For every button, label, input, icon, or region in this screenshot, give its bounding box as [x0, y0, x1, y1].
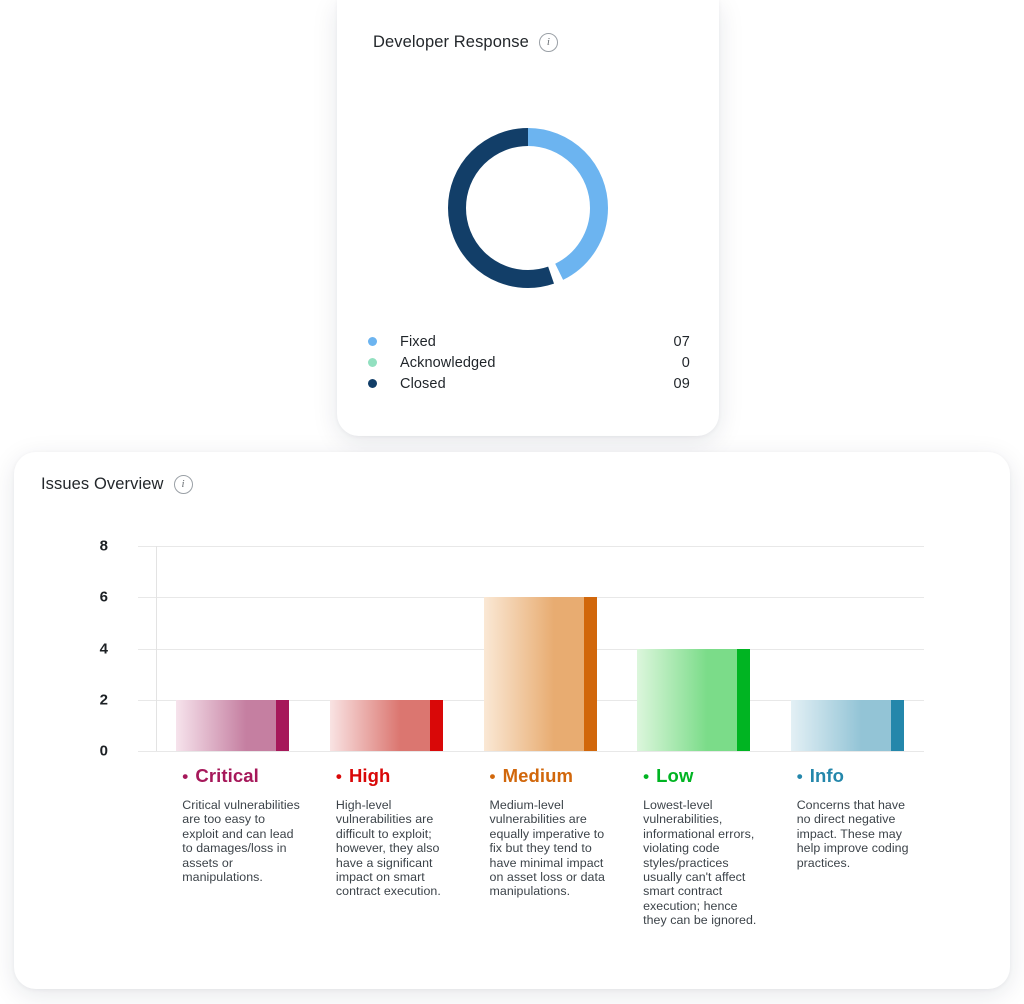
severity-label: Critical: [195, 765, 259, 786]
severity-title-medium: • Medium: [490, 765, 610, 787]
bar-fill: [329, 699, 443, 751]
severity-column-medium: • Medium Medium-level vulnerabilities are …: [490, 765, 610, 899]
legend-color-swatch-closed: [368, 379, 377, 388]
developer-response-donut-chart: [448, 119, 608, 297]
bar-accent-edge: [276, 699, 290, 751]
bar-info[interactable]: [790, 699, 904, 751]
y-axis-tick-0: 0: [99, 742, 108, 760]
severity-column-info: • Info Concerns that have no direct negati…: [797, 765, 917, 870]
legend-label-closed: Closed: [400, 375, 446, 392]
severity-label: Low: [656, 765, 694, 786]
severity-label: Medium: [502, 765, 574, 786]
bullet-icon: •: [796, 767, 803, 786]
legend-color-swatch-fixed: [368, 337, 377, 346]
severity-label: Info: [809, 765, 845, 786]
gridline-4: [138, 648, 924, 650]
bar-critical[interactable]: [176, 699, 290, 751]
severity-description-high: High-level vulnerabilities are difficult…: [335, 798, 441, 899]
bullet-icon: •: [489, 767, 496, 786]
developer-response-legend: Fixed 07 Acknowledged 0 Closed 09: [368, 331, 690, 394]
developer-response-header: Developer Response i: [337, 0, 719, 52]
page-title: Developer Response: [373, 33, 529, 51]
legend-value-closed: 09: [673, 375, 690, 392]
bar-low[interactable]: [637, 648, 751, 751]
gridline-2: [138, 699, 924, 701]
bar-fill: [483, 597, 597, 751]
donut-svg: [448, 128, 608, 288]
info-icon[interactable]: i: [538, 33, 558, 52]
issues-overview-header: Issues Overview i: [14, 452, 1010, 494]
severity-title-info: • Info: [797, 765, 917, 787]
legend-label-fixed: Fixed: [400, 333, 436, 350]
y-axis-line: [156, 546, 157, 751]
legend-item-acknowledged: Acknowledged 0: [368, 352, 690, 373]
y-axis-tick-8: 8: [99, 537, 108, 555]
severity-legend-columns: • Critical Critical vulnerabilities are to…: [14, 765, 1010, 985]
bar-fill: [176, 699, 290, 751]
section-title: Issues Overview: [41, 475, 164, 493]
severity-column-critical: • Critical Critical vulnerabilities are to…: [182, 765, 302, 884]
y-axis-tick-6: 6: [99, 588, 108, 606]
bullet-icon: •: [335, 767, 342, 786]
issues-overview-card: Issues Overview i 0 2 4 6 8 • Critical Critica…: [14, 452, 1010, 989]
legend-value-acknowledged: 0: [681, 354, 690, 371]
severity-title-critical: • Critical: [182, 765, 302, 787]
bar-fill: [637, 648, 751, 751]
bullet-icon: •: [643, 767, 650, 786]
gridline-6: [138, 597, 924, 599]
developer-response-card: Developer Response i Fixed 07 Acknowledg…: [337, 0, 719, 436]
legend-item-closed: Closed 09: [368, 373, 690, 394]
gridline-0: [138, 751, 924, 752]
bar-medium[interactable]: [483, 597, 597, 751]
severity-column-low: • Low Lowest-level vulnerabilities, inform…: [643, 765, 763, 928]
severity-label: High: [348, 765, 391, 786]
legend-item-fixed: Fixed 07: [368, 331, 690, 352]
bullet-icon: •: [182, 767, 189, 786]
gridline-8: [138, 546, 924, 547]
severity-description-info: Concerns that have no direct negative im…: [796, 798, 909, 870]
bar-accent-edge: [583, 597, 597, 751]
bar-high[interactable]: [329, 699, 443, 751]
severity-title-low: • Low: [643, 765, 763, 787]
legend-color-swatch-acknowledged: [368, 358, 377, 367]
info-icon[interactable]: i: [173, 475, 193, 494]
severity-description-medium: Medium-level vulnerabilities are equally…: [489, 798, 605, 899]
legend-label-acknowledged: Acknowledged: [400, 354, 496, 371]
bar-accent-edge: [737, 648, 751, 751]
y-axis-tick-4: 4: [99, 640, 108, 657]
severity-description-low: Lowest-level vulnerabilities, informatio…: [643, 798, 757, 928]
bar-accent-edge: [429, 699, 443, 751]
severity-title-high: • High: [336, 765, 456, 787]
severity-description-critical: Critical vulnerabilities are too easy to…: [182, 798, 300, 885]
severity-column-high: • High High-level vulnerabilities are diff…: [336, 765, 456, 899]
bar-accent-edge: [890, 699, 904, 751]
legend-value-fixed: 07: [673, 333, 690, 350]
bar-fill: [790, 699, 904, 751]
y-axis-tick-2: 2: [99, 691, 108, 709]
